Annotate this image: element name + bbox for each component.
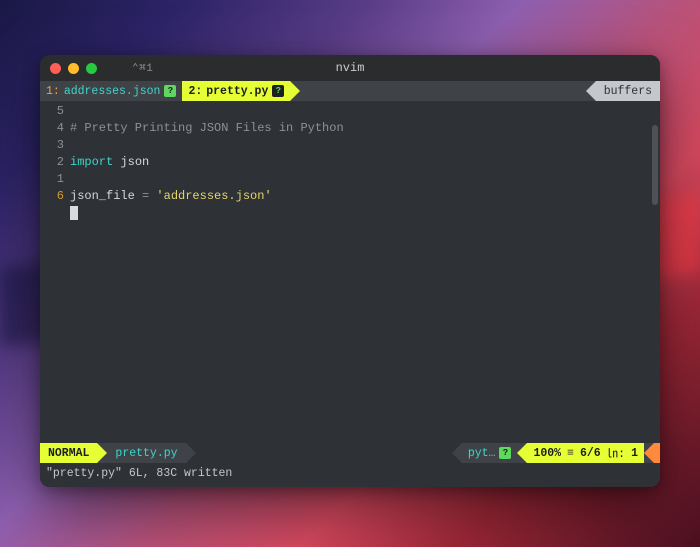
current-line-number: 6	[40, 188, 64, 205]
status-position: 100% ≡ 6/6 ㏑: 1	[527, 443, 644, 463]
scrollbar-thumb[interactable]	[652, 125, 658, 205]
code-variable: json_file	[70, 189, 135, 203]
close-icon[interactable]	[50, 63, 61, 74]
message-line: "pretty.py" 6L, 83C written	[40, 463, 660, 483]
filename-text: pretty.py	[115, 447, 177, 460]
status-cap	[654, 443, 660, 463]
titlebar: ⌃⌘1 nvim	[40, 55, 660, 81]
line-gutter: 5 4 3 2 1 6	[40, 103, 68, 443]
linecol-text: 6/6	[580, 447, 601, 460]
shell-tab-label: ⌃⌘1	[132, 61, 153, 75]
message-text: "pretty.py" 6L, 83C written	[46, 467, 232, 480]
separator-icon	[97, 443, 107, 463]
buffer-number: 1:	[46, 85, 60, 98]
separator-icon	[186, 443, 196, 463]
terminal-window: ⌃⌘1 nvim 1: addresses.json ? 2: pretty.p…	[40, 55, 660, 487]
code-module: json	[120, 155, 149, 169]
separator-icon	[517, 443, 527, 463]
col-icon: ㏑:	[607, 445, 625, 461]
cursor-icon	[70, 206, 78, 220]
buffer-name: pretty.py	[206, 85, 268, 98]
modified-icon: ?	[272, 85, 284, 97]
statusline: NORMAL pretty.py pyt… ? 100% ≡ 6/6 ㏑: 1	[40, 443, 660, 463]
lines-icon: ≡	[567, 447, 574, 460]
status-filename: pretty.py	[107, 443, 185, 463]
line-number: 3	[40, 137, 64, 154]
buffer-tabline: 1: addresses.json ? 2: pretty.py ? buffe…	[40, 81, 660, 101]
status-spacer	[196, 443, 452, 463]
col-text: 1	[631, 447, 638, 460]
editor-area[interactable]: 5 4 3 2 1 6 # Pretty Printing JSON Files…	[40, 101, 660, 443]
code-comment: # Pretty Printing JSON Files in Python	[70, 121, 344, 135]
minimize-icon[interactable]	[68, 63, 79, 74]
separator-icon	[644, 443, 654, 463]
filetype-icon: ?	[499, 447, 511, 459]
filetype-text: pyt…	[468, 447, 496, 460]
terminal-body: 1: addresses.json ? 2: pretty.py ? buffe…	[40, 81, 660, 487]
buffer-number: 2:	[188, 85, 202, 98]
code-operator: =	[135, 189, 157, 203]
buffer-tab-addresses[interactable]: 1: addresses.json ?	[40, 81, 182, 101]
mode-indicator: NORMAL	[40, 443, 97, 463]
modified-icon: ?	[164, 85, 176, 97]
line-number: 5	[40, 103, 64, 120]
separator-icon	[290, 81, 300, 101]
zoom-icon[interactable]	[86, 63, 97, 74]
line-number: 2	[40, 154, 64, 171]
code-keyword: import	[70, 155, 113, 169]
code-content[interactable]: # Pretty Printing JSON Files in Python i…	[68, 103, 660, 443]
separator-icon	[452, 443, 462, 463]
code-string: 'addresses.json'	[156, 189, 271, 203]
buffer-name: addresses.json	[64, 85, 161, 98]
percent-text: 100%	[533, 447, 561, 460]
status-filetype: pyt… ?	[462, 443, 518, 463]
buffer-tab-pretty[interactable]: 2: pretty.py ?	[182, 81, 290, 101]
bottom-padding	[40, 483, 660, 487]
separator-icon	[586, 81, 596, 101]
buffers-label: buffers	[596, 81, 660, 101]
line-number: 1	[40, 171, 64, 188]
line-number: 4	[40, 120, 64, 137]
